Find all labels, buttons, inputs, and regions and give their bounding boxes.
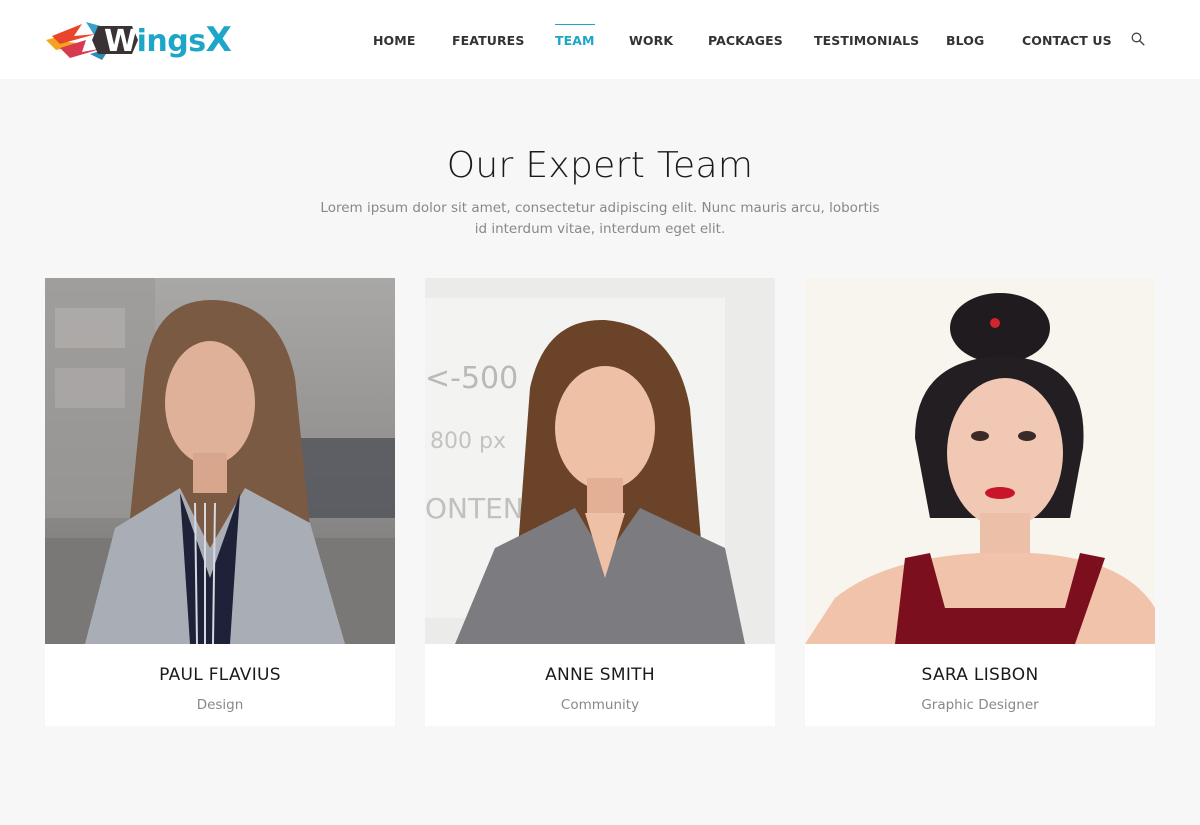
nav-blog[interactable]: BLOG (946, 33, 984, 48)
nav-team[interactable]: TEAM (555, 24, 595, 48)
team-member-role: Graphic Designer (921, 697, 1039, 713)
svg-text:ONTEN: ONTEN (425, 492, 524, 525)
section-title: Our Expert Team (446, 145, 754, 186)
team-member-name: SARA LISBON (921, 665, 1039, 685)
nav-packages[interactable]: PACKAGES (708, 33, 783, 48)
team-member-role: Community (560, 697, 640, 713)
brand-name-ings: ings (136, 24, 206, 59)
nav-contact-us[interactable]: CONTACT US (1022, 33, 1112, 48)
brand-logo[interactable]: WingsX (46, 18, 232, 62)
nav-home[interactable]: HOME (373, 33, 415, 48)
brand-name-x: X (205, 20, 232, 60)
team-member-role: Design (196, 697, 244, 713)
nav-features[interactable]: FEATURES (452, 33, 524, 48)
team-photo (805, 278, 1155, 644)
brand-name: WingsX (104, 20, 232, 60)
portrait-image (805, 278, 1155, 644)
nav-testimonials[interactable]: TESTIMONIALS (814, 33, 919, 48)
portrait-image: <-500 800 px ONTEN (425, 278, 775, 644)
nav-work[interactable]: WORK (629, 33, 673, 48)
search-icon (1131, 32, 1145, 46)
team-card[interactable]: SARA LISBON Graphic Designer (805, 278, 1155, 726)
team-member-name: PAUL FLAVIUS (159, 665, 281, 685)
section-subtitle: Lorem ipsum dolor sit amet, consectetur … (320, 200, 880, 237)
svg-text:800 px: 800 px (430, 429, 506, 454)
site-header: WingsX HOME FEATURES TEAM WORK PACKAGES … (0, 0, 1200, 79)
team-photo (45, 278, 395, 644)
team-member-name: ANNE SMITH (545, 665, 655, 685)
brand-name-w: W (104, 24, 137, 59)
team-card[interactable]: <-500 800 px ONTEN ANNE SMITH Community (425, 278, 775, 726)
search-button[interactable] (1131, 32, 1145, 46)
portrait-image (45, 278, 395, 644)
svg-text:<-500: <-500 (425, 361, 518, 396)
team-card[interactable]: PAUL FLAVIUS Design (45, 278, 395, 726)
team-photo: <-500 800 px ONTEN (425, 278, 775, 644)
